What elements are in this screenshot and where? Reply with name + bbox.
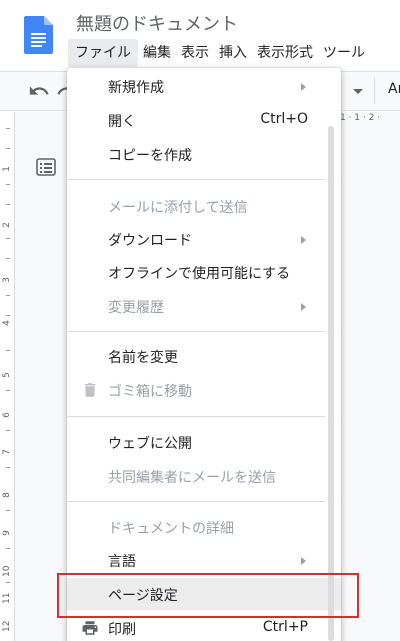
menu-item-email-attachment: メールに添付して送信	[67, 190, 341, 222]
print-icon	[81, 619, 99, 637]
menu-item-download[interactable]: ダウンロード	[67, 223, 341, 255]
menu-item-publish-web[interactable]: ウェブに公開	[67, 426, 341, 458]
menu-item-make-copy[interactable]: コピーを作成	[67, 138, 341, 170]
ruler-label: 3	[2, 277, 12, 283]
menu-tools[interactable]: ツール	[318, 39, 370, 67]
menu-item-label: 言語	[108, 554, 136, 570]
menu-divider	[67, 179, 325, 180]
menu-item-label: ダウンロード	[108, 233, 192, 249]
ruler-label: 12	[2, 620, 12, 632]
menu-item-label: コピーを作成	[108, 148, 192, 164]
menu-item-offline[interactable]: オフラインで使用可能にする	[67, 256, 341, 288]
menu-format[interactable]: 表示形式	[252, 39, 318, 67]
ruler-label: 10	[2, 565, 12, 577]
menu-item-label: ゴミ箱に移動	[108, 384, 192, 400]
menu-item-label: ウェブに公開	[108, 436, 192, 452]
menu-divider	[67, 501, 325, 502]
ruler-label: 1	[2, 166, 12, 172]
menu-insert[interactable]: 挿入	[214, 39, 252, 67]
ruler-label: 7	[2, 449, 12, 455]
menu-divider	[67, 416, 325, 417]
ruler-label: 4	[2, 320, 12, 326]
file-menu-dropdown: 新規作成 開く Ctrl+O コピーを作成 メールに添付して送信 ダウンロード …	[67, 68, 341, 641]
menu-item-version-history: 変更履歴	[67, 290, 341, 322]
menu-item-label: 新規作成	[108, 80, 164, 96]
menu-scrollbar[interactable]	[328, 126, 334, 641]
submenu-arrow-icon	[301, 557, 306, 565]
submenu-arrow-icon	[301, 83, 306, 91]
menu-item-rename[interactable]: 名前を変更	[67, 340, 341, 372]
menubar: ファイル 編集 表示 挿入 表示形式 ツール	[68, 38, 370, 68]
ruler-label: 6	[2, 412, 12, 418]
shortcut-label: Ctrl+O	[260, 111, 308, 127]
menu-item-label: 共同編集者にメールを送信	[108, 470, 276, 486]
ruler-label: 11	[2, 592, 12, 604]
undo-icon[interactable]	[28, 80, 50, 102]
menu-item-email-collaborators: 共同編集者にメールを送信	[67, 460, 341, 492]
shortcut-label: Ctrl+P	[262, 619, 308, 635]
menu-divider	[67, 331, 325, 332]
chevron-down-icon[interactable]	[353, 89, 363, 94]
menu-item-label: ドキュメントの詳細	[108, 521, 234, 537]
document-title[interactable]: 無題のドキュメント	[76, 10, 238, 36]
docs-logo-icon[interactable]	[24, 16, 53, 54]
ruler-label: 5	[2, 372, 12, 378]
menu-item-label: 変更履歴	[108, 300, 164, 316]
menu-item-new[interactable]: 新規作成	[67, 70, 341, 102]
menu-item-label: メールに添付して送信	[108, 200, 248, 216]
font-select[interactable]: Ar	[388, 81, 400, 97]
menu-item-label: 名前を変更	[108, 350, 178, 366]
menu-file[interactable]: ファイル	[68, 39, 138, 67]
highlight-annotation	[57, 573, 359, 618]
menu-item-move-to-trash: ゴミ箱に移動	[67, 374, 341, 406]
menu-item-open[interactable]: 開く Ctrl+O	[67, 104, 341, 136]
menu-item-label: 開く	[108, 114, 136, 130]
ruler-label: 8	[2, 492, 12, 498]
toolbar-divider	[374, 78, 375, 104]
menu-item-label: 印刷	[108, 622, 136, 638]
app-window: 無題のドキュメント ファイル 編集 表示 挿入 表示形式 ツール Ar 1 2 …	[0, 0, 400, 641]
menu-edit[interactable]: 編集	[138, 39, 176, 67]
vertical-ruler: 1 2 3 4 5 6 7 8 9 10 11 12	[0, 112, 15, 641]
menu-view[interactable]: 表示	[176, 39, 214, 67]
menu-item-language[interactable]: 言語	[67, 544, 341, 576]
submenu-arrow-icon	[301, 303, 306, 311]
menu-item-document-details: ドキュメントの詳細	[67, 511, 341, 543]
horizontal-ruler: 1 · 1 · 2 ·	[340, 113, 381, 123]
submenu-arrow-icon	[301, 236, 306, 244]
menu-item-label: オフラインで使用可能にする	[108, 266, 291, 282]
trash-icon	[81, 381, 99, 399]
ruler-label: 9	[2, 530, 12, 536]
ruler-label: 2	[2, 222, 12, 228]
outline-icon[interactable]	[36, 158, 56, 176]
